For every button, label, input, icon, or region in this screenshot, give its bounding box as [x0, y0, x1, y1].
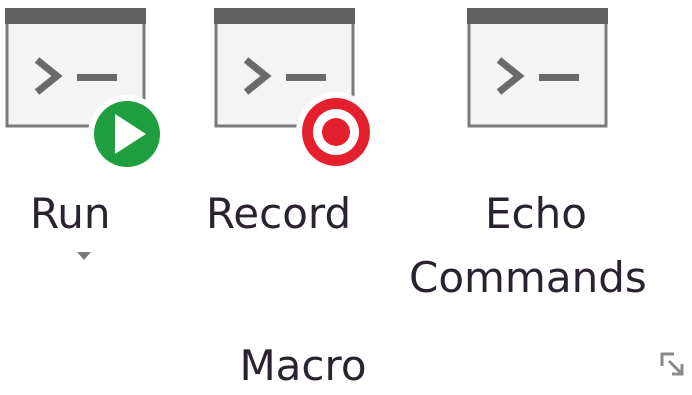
echo-commands-button[interactable]: Echo Commands	[405, 0, 692, 310]
echo-commands-label-line1: Echo	[485, 189, 587, 238]
console-run-icon	[5, 8, 166, 168]
dialog-launcher-icon[interactable]	[660, 352, 686, 378]
group-label: Macro	[239, 341, 367, 390]
console-icon	[467, 8, 608, 128]
record-label: Record	[206, 189, 352, 238]
run-button[interactable]: Run	[0, 0, 175, 290]
run-label: Run	[30, 189, 111, 238]
record-button[interactable]: Record	[200, 0, 390, 240]
console-record-icon	[214, 8, 376, 168]
chevron-down-icon[interactable]	[77, 252, 91, 260]
macro-ribbon-group: Run Record Echo Commands Macro	[0, 0, 692, 395]
echo-commands-label-line2: Commands	[409, 253, 647, 302]
